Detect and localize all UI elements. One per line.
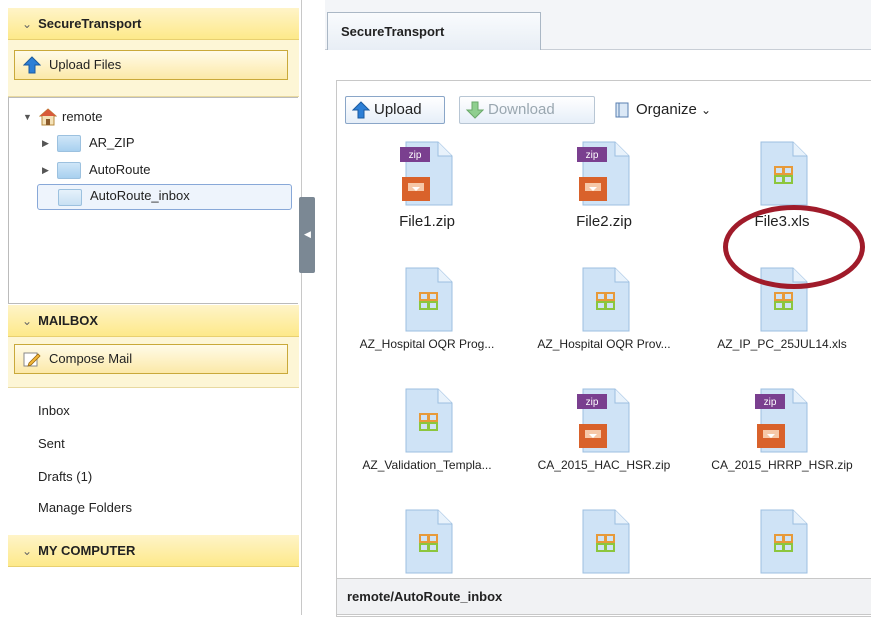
tab-bar: SecureTransport: [325, 0, 871, 50]
upload-button[interactable]: Upload: [345, 96, 445, 124]
compose-mail-label: Compose Mail: [49, 351, 133, 366]
status-path-bar: remote/AutoRoute_inbox: [336, 578, 871, 615]
download-button[interactable]: Download: [459, 96, 595, 124]
zip-file-icon: zip: [400, 141, 453, 206]
file-name-label: AZ_Hospital OQR Prog...: [359, 337, 495, 351]
securetransport-section-header[interactable]: ⌄ SecureTransport: [8, 8, 299, 40]
file-item[interactable]: zip File1.zip: [338, 141, 516, 261]
section-title: MAILBOX: [38, 313, 99, 328]
upload-arrow-icon: [23, 56, 41, 74]
mailbox-drafts-link[interactable]: Drafts (1): [38, 469, 92, 484]
upload-label: Upload: [374, 101, 422, 118]
download-label: Download: [488, 101, 555, 118]
file-name-label: AZ_IP_PC_25JUL14.xls: [717, 337, 847, 351]
compose-pencil-icon: [23, 352, 41, 367]
tree-folder-label: AutoRoute: [89, 162, 151, 177]
mailbox-sent-link[interactable]: Sent: [38, 436, 65, 451]
folder-tree: ▼ remote ▶ AR_ZIP ▶ AutoRoute AutoRoute_…: [8, 97, 298, 304]
mailbox-section-header[interactable]: ⌄ MAILBOX: [8, 305, 299, 337]
mailbox-inbox-link[interactable]: Inbox: [38, 403, 70, 418]
open-folder-icon: [58, 189, 82, 206]
chevron-down-icon: ⌄: [22, 544, 33, 558]
file-item[interactable]: zip CA_2015_HRRP_HSR.zip: [693, 388, 871, 508]
svg-text:zip: zip: [586, 150, 599, 161]
home-icon: [39, 108, 57, 126]
spreadsheet-file-icon: [760, 141, 808, 206]
upload-arrow-icon: [352, 101, 370, 119]
tree-root-label: remote: [62, 109, 103, 124]
tree-node-ar-zip[interactable]: ▶ AR_ZIP: [9, 132, 289, 154]
file-name-label: File1.zip: [399, 213, 455, 230]
file-name-label: AZ_Hospital OQR Prov...: [537, 337, 671, 351]
file-item[interactable]: AZ_Hospital OQR Prov...: [515, 267, 693, 387]
file-name-label: CA_2015_HAC_HSR.zip: [537, 458, 671, 472]
folder-icon: [57, 135, 81, 152]
chevron-down-icon: ⌄: [701, 103, 712, 117]
upload-files-button[interactable]: Upload Files: [14, 50, 288, 80]
chevron-down-icon: ⌄: [22, 314, 33, 328]
spreadsheet-file-icon: [405, 388, 453, 453]
collapse-panel-handle[interactable]: ◀: [299, 197, 315, 273]
download-arrow-icon: [466, 101, 484, 119]
folder-icon: [57, 162, 81, 179]
organize-menu[interactable]: Organize ⌄: [614, 96, 711, 124]
my-computer-section-header[interactable]: ⌄ MY COMPUTER: [8, 535, 299, 567]
collapsed-triangle-icon[interactable]: ▶: [42, 132, 49, 154]
spreadsheet-file-icon: [405, 267, 453, 332]
section-title: MY COMPUTER: [38, 543, 136, 558]
tree-folder-label: AutoRoute_inbox: [90, 188, 190, 203]
svg-text:zip: zip: [409, 150, 422, 161]
spreadsheet-file-icon: [760, 509, 808, 574]
spreadsheet-file-icon: [405, 509, 453, 574]
tree-node-autoroute[interactable]: ▶ AutoRoute: [9, 159, 289, 181]
tree-node-remote[interactable]: ▼ remote: [9, 106, 289, 128]
collapse-arrow-icon: ◀: [304, 229, 311, 239]
spreadsheet-file-icon: [582, 267, 630, 332]
zip-file-icon: zip: [577, 141, 630, 206]
spreadsheet-file-icon: [582, 509, 630, 574]
file-item[interactable]: AZ_Hospital OQR Prog...: [338, 267, 516, 387]
zip-file-icon: zip: [755, 388, 808, 453]
highlight-circle: [723, 205, 865, 289]
zip-file-icon: zip: [577, 388, 630, 453]
tree-node-autoroute-inbox[interactable]: AutoRoute_inbox: [37, 184, 292, 210]
file-item[interactable]: zip CA_2015_HAC_HSR.zip: [515, 388, 693, 508]
collapsed-triangle-icon[interactable]: ▶: [42, 159, 49, 181]
file-name-label: File2.zip: [576, 213, 632, 230]
svg-text:zip: zip: [586, 397, 599, 408]
compose-mail-button[interactable]: Compose Mail: [14, 344, 288, 374]
left-panel: ⌄ SecureTransport Upload Files ▼ remote ▶…: [0, 0, 302, 615]
compose-area: Compose Mail: [8, 337, 299, 388]
chevron-down-icon: ⌄: [22, 17, 33, 31]
expand-triangle-icon[interactable]: ▼: [23, 106, 32, 128]
book-icon: [615, 102, 629, 118]
section-title: SecureTransport: [38, 16, 142, 31]
file-browser: Upload Download Organize ⌄ zip File1.zip z…: [336, 80, 871, 617]
upload-area: Upload Files: [8, 40, 299, 97]
file-name-label: CA_2015_HRRP_HSR.zip: [711, 458, 853, 472]
upload-files-label: Upload Files: [49, 57, 122, 72]
svg-text:zip: zip: [764, 397, 777, 408]
right-panel: SecureTransport Upload Download Organize…: [325, 0, 871, 617]
file-item[interactable]: zip File2.zip: [515, 141, 693, 261]
file-name-label: AZ_Validation_Templa...: [362, 458, 492, 472]
mailbox-manage-folders-link[interactable]: Manage Folders: [38, 500, 132, 515]
tab-securetransport[interactable]: SecureTransport: [327, 12, 541, 50]
file-item[interactable]: AZ_Validation_Templa...: [338, 388, 516, 508]
organize-label: Organize: [636, 101, 697, 118]
tree-folder-label: AR_ZIP: [89, 135, 135, 150]
